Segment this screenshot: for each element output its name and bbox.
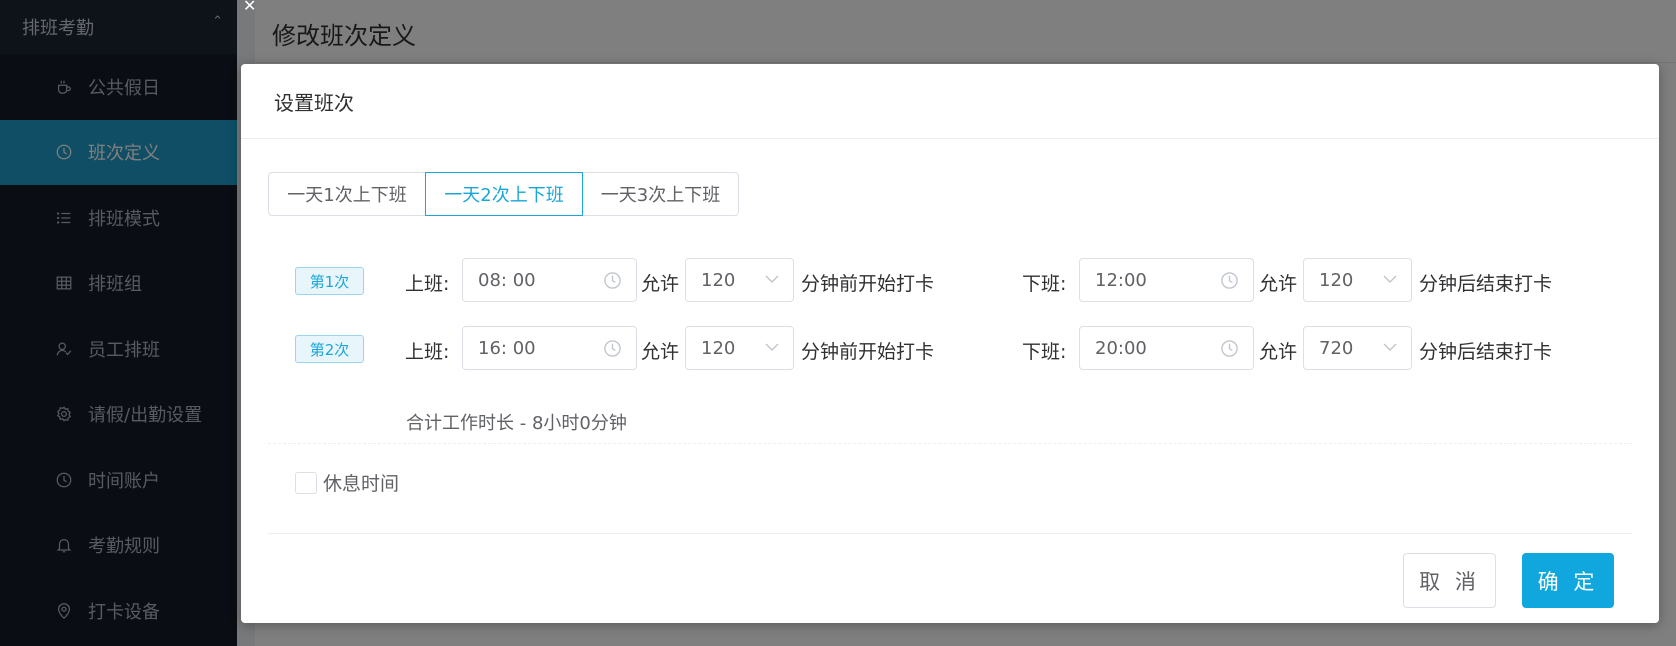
time-value: 20:00 — [1095, 337, 1147, 359]
on-duty-suffix: 分钟前开始打卡 — [801, 273, 935, 295]
clock-icon — [1221, 272, 1238, 289]
chevron-down-icon — [1383, 343, 1397, 351]
shift-tag: 第2次 — [295, 335, 364, 363]
mode-option-3[interactable]: 一天3次上下班 — [582, 172, 739, 216]
clock-icon — [1221, 340, 1238, 357]
on-duty-label: 上班: — [405, 273, 450, 295]
select-value: 720 — [1319, 337, 1354, 359]
select-value: 120 — [701, 269, 736, 291]
shift-row-1: 第1次 上班: 08: 00 允许 120 分钟前开始打卡 下班: 12:00 … — [241, 258, 1659, 302]
dialog-title: 设置班次 — [241, 64, 1659, 139]
time-value: 16: 00 — [478, 337, 536, 359]
cancel-button[interactable]: 取 消 — [1403, 553, 1496, 608]
shift-settings-dialog: 设置班次 一天1次上下班 一天2次上下班 一天3次上下班 第1次 上班: 08:… — [241, 64, 1659, 623]
shift-tag: 第1次 — [295, 267, 364, 295]
on-duty-time-input[interactable]: 08: 00 — [462, 258, 637, 302]
time-value: 08: 00 — [478, 269, 536, 291]
allow-label: 允许 — [1259, 341, 1298, 363]
on-duty-label: 上班: — [405, 341, 450, 363]
mode-option-1[interactable]: 一天1次上下班 — [268, 172, 426, 216]
mode-option-2[interactable]: 一天2次上下班 — [425, 172, 583, 216]
rest-time-label[interactable]: 休息时间 — [323, 469, 399, 496]
footer-divider — [268, 533, 1632, 534]
select-value: 120 — [1319, 269, 1354, 291]
allow-label: 允许 — [641, 341, 680, 363]
off-duty-suffix: 分钟后结束打卡 — [1419, 273, 1553, 295]
on-duty-suffix: 分钟前开始打卡 — [801, 341, 935, 363]
divider — [268, 443, 1632, 444]
off-duty-label: 下班: — [1022, 341, 1067, 363]
allow-label: 允许 — [641, 273, 680, 295]
on-duty-minutes-select[interactable]: 120 — [685, 326, 794, 370]
off-duty-time-input[interactable]: 20:00 — [1079, 326, 1254, 370]
off-duty-label: 下班: — [1022, 273, 1067, 295]
total-work-duration: 合计工作时长 - 8小时0分钟 — [406, 413, 627, 434]
off-duty-minutes-select[interactable]: 120 — [1303, 258, 1412, 302]
allow-label: 允许 — [1259, 273, 1298, 295]
chevron-down-icon — [765, 275, 779, 283]
off-duty-minutes-select[interactable]: 720 — [1303, 326, 1412, 370]
select-value: 120 — [701, 337, 736, 359]
off-duty-suffix: 分钟后结束打卡 — [1419, 341, 1553, 363]
chevron-down-icon — [765, 343, 779, 351]
on-duty-minutes-select[interactable]: 120 — [685, 258, 794, 302]
confirm-button[interactable]: 确 定 — [1522, 553, 1614, 608]
close-icon[interactable]: ✕ — [243, 0, 256, 15]
chevron-down-icon — [1383, 275, 1397, 283]
off-duty-time-input[interactable]: 12:00 — [1079, 258, 1254, 302]
shift-row-2: 第2次 上班: 16: 00 允许 120 分钟前开始打卡 下班: 20:00 … — [241, 326, 1659, 370]
clock-icon — [604, 340, 621, 357]
clock-icon — [604, 272, 621, 289]
time-value: 12:00 — [1095, 269, 1147, 291]
on-duty-time-input[interactable]: 16: 00 — [462, 326, 637, 370]
rest-time-checkbox-wrap[interactable]: 休息时间 — [295, 469, 399, 496]
shift-mode-radio-group: 一天1次上下班 一天2次上下班 一天3次上下班 — [268, 172, 739, 216]
rest-time-checkbox[interactable] — [295, 471, 317, 494]
